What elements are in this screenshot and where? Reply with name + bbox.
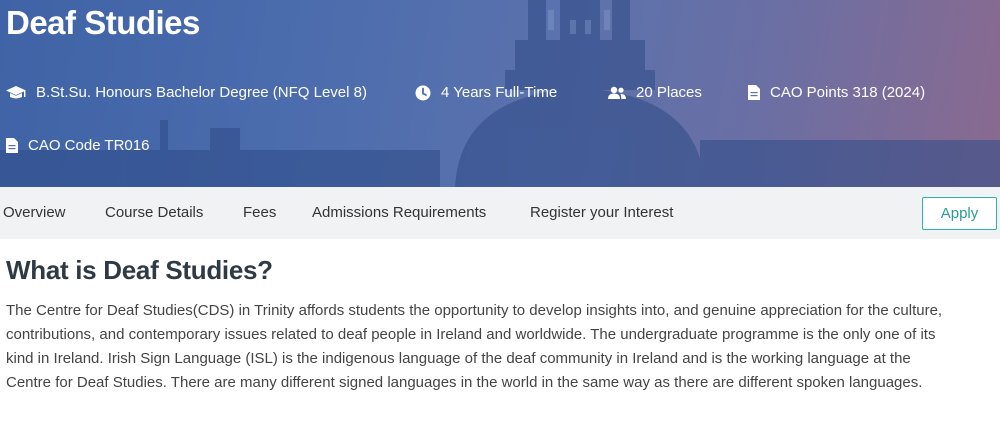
- award-fact: B.St.Su. Honours Bachelor Degree (NFQ Le…: [6, 84, 367, 101]
- cao-points-fact-text: CAO Points 318 (2024): [770, 84, 926, 101]
- clock-icon: [415, 85, 431, 100]
- page-title: Deaf Studies: [6, 4, 200, 41]
- cao-points-fact: CAO Points 318 (2024): [748, 84, 925, 101]
- section-heading: What is Deaf Studies?: [6, 255, 273, 285]
- nav-item-course-details[interactable]: Course Details: [105, 187, 203, 239]
- cao-code-fact-text: CAO Code TR016: [28, 137, 150, 154]
- places-fact: 20 Places: [608, 84, 702, 101]
- nav-item-overview[interactable]: Overview: [3, 187, 66, 239]
- hero-banner: Deaf Studies B.St.Su. Honours Bachelor D…: [0, 0, 1000, 187]
- document-icon: [6, 138, 18, 153]
- duration-fact-text: 4 Years Full-Time: [441, 84, 558, 101]
- places-fact-text: 20 Places: [636, 84, 702, 101]
- nav-item-register-interest[interactable]: Register your Interest: [530, 187, 673, 239]
- users-icon: [608, 86, 626, 99]
- nav-item-admissions-requirements[interactable]: Admissions Requirements: [312, 187, 486, 239]
- main-content: What is Deaf Studies? The Centre for Dea…: [6, 255, 996, 395]
- course-nav: Overview Course Details Fees Admissions …: [0, 187, 1000, 239]
- apply-button[interactable]: Apply: [922, 197, 997, 230]
- nav-item-fees[interactable]: Fees: [243, 187, 276, 239]
- award-fact-text: B.St.Su. Honours Bachelor Degree (NFQ Le…: [36, 84, 367, 101]
- document-icon: [748, 85, 760, 100]
- cao-code-fact: CAO Code TR016: [6, 137, 149, 154]
- graduation-cap-icon: [6, 85, 26, 98]
- intro-paragraph: The Centre for Deaf Studies(CDS) in Trin…: [6, 302, 943, 391]
- duration-fact: 4 Years Full-Time: [415, 84, 557, 101]
